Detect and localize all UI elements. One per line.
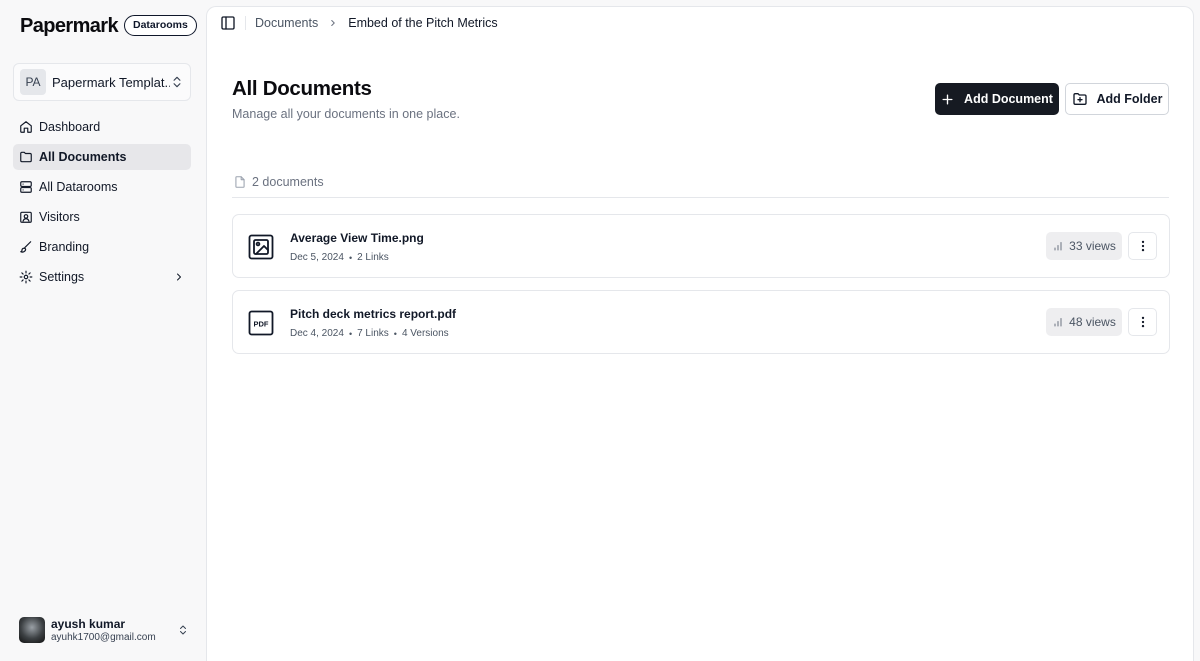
- image-file-icon: [248, 234, 274, 260]
- datarooms-badge: Datarooms: [124, 15, 197, 36]
- breadcrumb-current: Embed of the Pitch Metrics: [348, 16, 498, 30]
- document-name[interactable]: Average View Time.png: [290, 231, 424, 245]
- team-switcher[interactable]: PA Papermark Templat...: [13, 63, 191, 101]
- add-document-label: Add Document: [964, 92, 1053, 106]
- team-name: Papermark Templat...: [52, 74, 170, 90]
- folder-icon: [20, 151, 32, 163]
- chevrons-up-down-icon: [173, 76, 181, 88]
- file-icon: [235, 176, 245, 188]
- topbar: Documents Embed of the Pitch Metrics: [207, 7, 1193, 39]
- bar-chart-icon: [1054, 318, 1062, 327]
- team-avatar: PA: [20, 69, 46, 95]
- sidebar: Papermark Datarooms PA Papermark Templat…: [0, 0, 206, 661]
- more-options-button[interactable]: [1128, 232, 1157, 260]
- document-versions: 4 Versions: [401, 328, 449, 339]
- breadcrumb-documents[interactable]: Documents: [255, 16, 318, 30]
- page-title: All Documents: [232, 77, 372, 100]
- more-vertical-icon: [1141, 316, 1144, 328]
- document-date: Dec 5, 2024: [290, 252, 344, 263]
- contact-icon: [20, 211, 32, 223]
- chevrons-up-down-icon: [180, 625, 186, 635]
- folder-plus-icon: [1072, 93, 1087, 105]
- more-vertical-icon: [1141, 240, 1144, 252]
- sidebar-item-branding[interactable]: Branding: [13, 234, 191, 260]
- user-menu[interactable]: ayush kumar ayuhk1700@gmail.com: [19, 616, 189, 644]
- document-links: 7 Links: [357, 328, 389, 339]
- sidebar-item-visitors[interactable]: Visitors: [13, 204, 191, 230]
- document-meta: Dec 4, 2024 • 7 Links • 4 Versions: [290, 328, 449, 339]
- divider: [232, 197, 1169, 198]
- document-links: 2 Links: [357, 252, 389, 263]
- avatar: [19, 617, 45, 643]
- page-subtitle: Manage all your documents in one place.: [232, 107, 460, 121]
- pdf-file-icon: PDF: [248, 310, 274, 336]
- user-email: ayuhk1700@gmail.com: [51, 631, 156, 643]
- chevron-right-icon: [331, 19, 336, 27]
- sidebar-item-label: Branding: [39, 240, 90, 254]
- document-name[interactable]: Pitch deck metrics report.pdf: [290, 307, 456, 321]
- brand-name: Papermark: [20, 14, 119, 37]
- sidebar-item-label: All Documents: [39, 150, 127, 164]
- divider: [245, 16, 246, 30]
- list-item[interactable]: PDF Pitch deck metrics report.pdf Dec 4,…: [232, 290, 1170, 354]
- sidebar-item-dashboard[interactable]: Dashboard: [13, 114, 191, 140]
- views-badge[interactable]: 33 views: [1046, 232, 1122, 260]
- breadcrumb: Documents Embed of the Pitch Metrics: [255, 16, 498, 30]
- sidebar-nav: Dashboard All Documents All Datarooms Vi…: [13, 114, 191, 294]
- list-item[interactable]: Average View Time.png Dec 5, 2024 • 2 Li…: [232, 214, 1170, 278]
- more-options-button[interactable]: [1128, 308, 1157, 336]
- sidebar-item-all-documents[interactable]: All Documents: [13, 144, 191, 170]
- chevron-right-icon: [177, 273, 181, 281]
- brush-icon: [20, 241, 32, 253]
- plus-icon: [942, 93, 953, 105]
- views-badge[interactable]: 48 views: [1046, 308, 1122, 336]
- main-panel: Documents Embed of the Pitch Metrics All…: [206, 6, 1194, 661]
- gear-icon: [19, 270, 33, 284]
- document-date: Dec 4, 2024: [290, 328, 344, 339]
- add-folder-label: Add Folder: [1096, 92, 1163, 106]
- views-count: 48 views: [1069, 315, 1116, 329]
- document-count-label: 2 documents: [252, 175, 324, 189]
- sidebar-item-label: Visitors: [39, 210, 80, 224]
- views-count: 33 views: [1069, 239, 1116, 253]
- document-count: 2 documents: [233, 175, 324, 189]
- sidebar-item-label: Dashboard: [39, 120, 101, 134]
- bar-chart-icon: [1054, 242, 1062, 251]
- add-folder-button[interactable]: Add Folder: [1065, 83, 1169, 115]
- sidebar-item-label: All Datarooms: [39, 180, 118, 194]
- sidebar-item-all-datarooms[interactable]: All Datarooms: [13, 174, 191, 200]
- document-meta: Dec 5, 2024 • 2 Links: [290, 252, 389, 263]
- sidebar-item-label: Settings: [39, 270, 85, 284]
- sidebar-item-settings[interactable]: Settings: [13, 264, 191, 290]
- panel-left-icon[interactable]: [220, 15, 236, 31]
- user-name: ayush kumar: [51, 616, 126, 631]
- brand-logo[interactable]: Papermark: [20, 12, 119, 40]
- pdf-label: PDF: [254, 320, 269, 329]
- add-document-button[interactable]: Add Document: [935, 83, 1059, 115]
- home-icon: [20, 121, 32, 133]
- server-icon: [20, 181, 32, 193]
